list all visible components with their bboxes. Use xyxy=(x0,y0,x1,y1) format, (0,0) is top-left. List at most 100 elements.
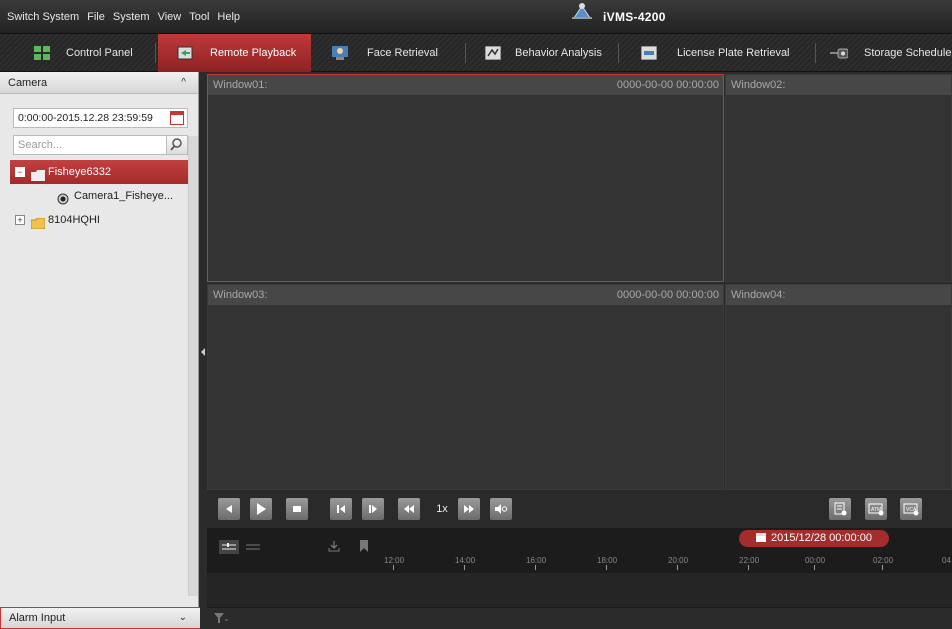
filter-icon[interactable] xyxy=(213,612,229,627)
frame-forward-button[interactable] xyxy=(362,498,384,520)
timeline-date: 2015/12/28 00:00:00 xyxy=(771,532,872,544)
tab-remote-playback[interactable]: Remote Playback xyxy=(158,34,311,72)
module-tab-bar: Control Panel Remote Playback Face Retri… xyxy=(0,34,952,72)
search-button[interactable] xyxy=(166,136,187,154)
timeline-track[interactable] xyxy=(207,573,952,607)
time-range-field[interactable]: 0:00:00-2015.12.28 23:59:59 xyxy=(13,108,188,128)
frame-back-icon xyxy=(337,505,345,513)
timeline-tick: 14:00 xyxy=(455,556,475,570)
tab-behavior-analysis[interactable]: Behavior Analysis xyxy=(466,34,619,72)
camera-section-header[interactable]: Camera ^ xyxy=(0,72,198,94)
window-title-bar: Window02: xyxy=(726,75,951,95)
collapse-arrow-icon[interactable] xyxy=(201,348,205,356)
camera-panel: Camera ^ 0:00:00-2015.12.28 23:59:59 − F… xyxy=(0,72,208,629)
vca-search-button[interactable]: VCA xyxy=(900,498,922,520)
app-logo-icon xyxy=(571,0,593,34)
app-title: iVMS-4200 xyxy=(571,0,666,34)
main-menu: Switch System File System View Tool Help xyxy=(0,0,244,34)
menu-file[interactable]: File xyxy=(83,0,109,34)
timeline-tick: 00:00 xyxy=(805,556,825,570)
window-label: Window04: xyxy=(731,289,786,301)
timeline-expand-icon[interactable] xyxy=(219,540,239,557)
download-button[interactable] xyxy=(829,498,851,520)
search-input[interactable] xyxy=(14,136,164,154)
atm-icon: ATM xyxy=(868,503,884,516)
tree-item-fisheye6332[interactable]: − Fisheye6332 xyxy=(10,160,189,184)
timeline-tick: 20:00 xyxy=(668,556,688,570)
chevron-down-icon[interactable]: ⌄ xyxy=(179,608,187,628)
frame-back-button[interactable] xyxy=(330,498,352,520)
tab-label: Control Panel xyxy=(66,47,133,59)
video-window-01[interactable]: Window01: 0000-00-00 00:00:00 xyxy=(207,74,724,282)
behavior-analysis-icon xyxy=(484,45,502,61)
atm-search-button[interactable]: ATM xyxy=(865,498,887,520)
tab-face-retrieval[interactable]: Face Retrieval xyxy=(313,34,466,72)
file-download-icon xyxy=(834,502,847,516)
previous-button[interactable] xyxy=(218,498,240,520)
download-clip-icon[interactable] xyxy=(327,539,341,556)
playback-timeline: 2015/12/28 00:00:00 12:00 14:00 16:00 18… xyxy=(207,528,952,629)
tree-item-8104hqhi[interactable]: + 8104HQHI xyxy=(10,208,189,232)
speed-up-button[interactable] xyxy=(458,498,480,520)
menu-system[interactable]: System xyxy=(109,0,154,34)
window-label: Window02: xyxy=(731,79,786,91)
panel-collapse-handle[interactable] xyxy=(200,72,207,629)
menu-bar: Switch System File System View Tool Help… xyxy=(0,0,952,34)
camera-search xyxy=(13,135,188,155)
app-name: iVMS-4200 xyxy=(603,10,666,24)
timeline-tick: 16:00 xyxy=(526,556,546,570)
remote-playback-icon xyxy=(177,46,193,60)
tab-label: Storage Schedule xyxy=(864,47,952,59)
expand-icon[interactable]: + xyxy=(15,215,25,225)
tab-label: License Plate Retrieval xyxy=(677,47,790,59)
alarm-input-title: Alarm Input xyxy=(9,612,66,624)
alarm-input-section-header[interactable]: Alarm Input ⌄ xyxy=(0,607,208,629)
timeline-footer xyxy=(207,608,952,629)
tree-item-label: Camera1_Fisheye... xyxy=(74,190,174,202)
window-title-bar: Window01: 0000-00-00 00:00:00 xyxy=(208,75,723,95)
tree-item-camera1-fisheye[interactable]: Camera1_Fisheye... xyxy=(10,184,189,208)
tree-item-label: 8104HQHI xyxy=(48,214,100,226)
video-window-04[interactable]: Window04: xyxy=(725,284,952,490)
calendar-icon[interactable] xyxy=(170,111,184,125)
menu-tool[interactable]: Tool xyxy=(185,0,213,34)
timeline-tick: 18:00 xyxy=(597,556,617,570)
play-button[interactable] xyxy=(250,498,272,520)
stop-icon xyxy=(293,506,301,512)
camera-section-title: Camera xyxy=(8,77,48,89)
panel-scrollbar[interactable] xyxy=(188,136,198,596)
volume-button[interactable] xyxy=(490,498,512,520)
menu-switch-system[interactable]: Switch System xyxy=(0,0,83,34)
collapse-icon[interactable]: − xyxy=(15,167,25,177)
stop-button[interactable] xyxy=(286,498,308,520)
control-panel-icon xyxy=(34,46,50,60)
bookmark-icon[interactable] xyxy=(359,539,369,556)
tab-storage-schedule[interactable]: Storage Schedule xyxy=(818,34,952,72)
video-window-02[interactable]: Window02: xyxy=(725,74,952,282)
tab-control-panel[interactable]: Control Panel xyxy=(0,34,156,72)
play-reverse-icon xyxy=(226,505,232,513)
timeline-shrink-icon[interactable] xyxy=(243,540,263,557)
timeline-date-badge[interactable]: 2015/12/28 00:00:00 xyxy=(739,530,889,547)
slow-down-button[interactable] xyxy=(398,498,420,520)
timeline-tick: 12:00 xyxy=(384,556,404,570)
license-plate-icon xyxy=(640,45,658,61)
face-retrieval-icon xyxy=(332,46,348,60)
window-timestamp: 0000-00-00 00:00:00 xyxy=(616,79,719,91)
calendar-icon xyxy=(756,533,767,542)
search-icon xyxy=(170,138,182,151)
menu-view[interactable]: View xyxy=(154,0,186,34)
timeline-tick: 22:00 xyxy=(739,556,759,570)
window-title-bar: Window03: 0000-00-00 00:00:00 xyxy=(208,285,723,305)
tab-label: Behavior Analysis xyxy=(515,47,602,59)
vca-icon: VCA xyxy=(903,503,919,516)
play-icon xyxy=(257,503,266,515)
speed-label: 1x xyxy=(436,503,448,515)
window-label: Window03: xyxy=(213,289,268,301)
window-title-bar: Window04: xyxy=(726,285,951,305)
time-range-value: 0:00:00-2015.12.28 23:59:59 xyxy=(18,112,153,124)
chevron-up-icon[interactable]: ^ xyxy=(181,72,186,94)
tab-license-plate-retrieval[interactable]: License Plate Retrieval xyxy=(619,34,816,72)
menu-help[interactable]: Help xyxy=(213,0,244,34)
video-window-03[interactable]: Window03: 0000-00-00 00:00:00 xyxy=(207,284,724,490)
